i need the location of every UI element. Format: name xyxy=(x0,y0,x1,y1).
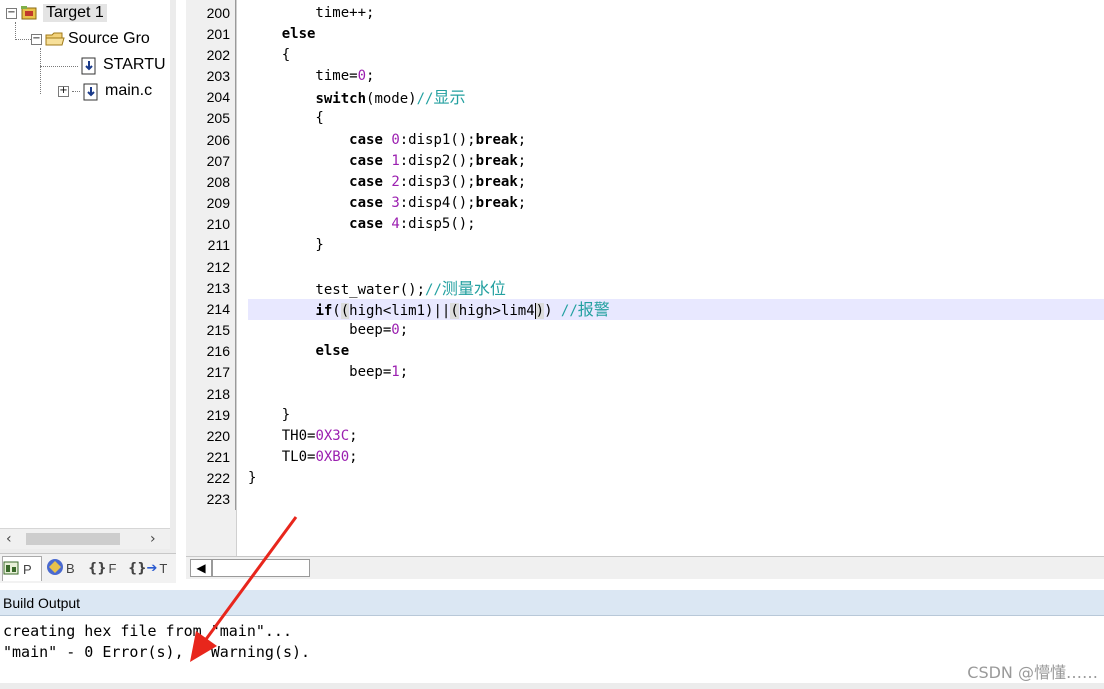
panel-tabs: P B {} F {}➔ T xyxy=(0,553,176,583)
line-number: 222 xyxy=(206,470,230,486)
line-number: 205 xyxy=(206,110,230,126)
code-line: { xyxy=(248,47,291,63)
tab-project-label: P xyxy=(23,561,32,577)
code-line: TL0=0XB0; xyxy=(248,449,358,465)
line-number: 207 xyxy=(206,153,230,169)
line-number: 213 xyxy=(206,280,230,296)
code-line: else xyxy=(315,343,350,359)
tree-node-file-startup[interactable]: STARTU xyxy=(80,54,166,76)
code-line: test_water();//测量水位 xyxy=(248,279,506,298)
file-label-startup: STARTU xyxy=(103,56,166,73)
code-line: beep=0; xyxy=(248,322,409,338)
scroll-right-icon[interactable]: › xyxy=(150,531,156,547)
line-number: 201 xyxy=(206,26,230,42)
scrollbar-track[interactable] xyxy=(212,559,310,577)
code-line: case 1:disp2();break; xyxy=(349,153,527,169)
tab-templates-label: T xyxy=(159,560,168,576)
source-group-label: Source Gro xyxy=(68,30,150,47)
line-number: 206 xyxy=(206,132,230,148)
build-output-line: creating hex file from "main"... xyxy=(3,622,292,640)
line-number: 211 xyxy=(207,237,230,253)
line-number: 203 xyxy=(206,68,230,84)
line-number: 204 xyxy=(206,89,230,105)
line-number: 221 xyxy=(206,449,230,465)
expand-icon[interactable]: + xyxy=(58,85,69,97)
books-tab-icon xyxy=(44,557,66,580)
tab-books[interactable]: B xyxy=(44,556,80,580)
project-tree: − Target 1 − Source Gro STARTU + main.c xyxy=(0,0,170,528)
code-line: } xyxy=(248,407,291,423)
asm-file-icon xyxy=(80,57,98,75)
line-number: 219 xyxy=(206,407,230,423)
code-line: } xyxy=(248,470,257,486)
line-number: 210 xyxy=(206,216,230,232)
build-output-panel: Build Output creating hex file from "mai… xyxy=(0,590,1104,689)
code-line: case 2:disp3();break; xyxy=(349,174,527,190)
line-number: 200 xyxy=(206,5,230,21)
tree-node-file-main[interactable]: + main.c xyxy=(58,80,152,102)
status-strip xyxy=(0,683,1104,689)
project-panel: − Target 1 − Source Gro STARTU + main.c … xyxy=(0,0,176,583)
code-line: case 4:disp5(); xyxy=(349,216,476,232)
line-number: 216 xyxy=(206,343,230,359)
tree-horizontal-scrollbar[interactable]: ‹ › xyxy=(0,528,170,549)
editor-horizontal-scrollbar[interactable]: ◀ xyxy=(186,556,1104,579)
target-label: Target 1 xyxy=(43,4,107,22)
code-line: beep=1; xyxy=(248,364,409,380)
collapse-icon[interactable]: − xyxy=(6,7,17,19)
build-output-title: Build Output xyxy=(0,590,1104,616)
code-line: switch(mode)//显示 xyxy=(315,88,466,107)
line-number: 218 xyxy=(206,386,230,402)
code-line: case 0:disp1();break; xyxy=(349,132,527,148)
line-number: 214 xyxy=(206,301,230,317)
code-line: time++; xyxy=(248,5,375,21)
c-file-icon xyxy=(82,83,100,101)
fold-margin xyxy=(235,0,237,510)
scroll-left-icon[interactable]: ◀ xyxy=(190,559,212,577)
scroll-left-icon[interactable]: ‹ xyxy=(6,531,12,547)
tab-templates[interactable]: {}➔ T xyxy=(126,556,168,580)
code-editor[interactable]: 200 201 202 203 204 205 206 207 208 209 … xyxy=(186,0,1104,582)
code-line: time=0; xyxy=(248,68,375,84)
line-number: 208 xyxy=(206,174,230,190)
line-number: 215 xyxy=(206,322,230,338)
code-line: { xyxy=(248,110,324,126)
scrollbar-thumb[interactable] xyxy=(26,533,120,545)
tab-project[interactable]: P xyxy=(2,556,42,581)
tree-node-target[interactable]: − Target 1 xyxy=(6,2,107,24)
folder-icon xyxy=(45,31,65,47)
line-number-gutter: 200 201 202 203 204 205 206 207 208 209 … xyxy=(186,0,237,556)
project-tab-icon xyxy=(3,561,19,578)
code-line: } xyxy=(248,237,324,253)
line-number: 209 xyxy=(206,195,230,211)
line-number: 220 xyxy=(206,428,230,444)
line-number: 212 xyxy=(206,259,230,275)
code-text-area[interactable]: time++; else { time=0; switch(mode)//显示 … xyxy=(248,0,1104,556)
tab-functions-label: F xyxy=(108,560,117,576)
braces-icon: {} xyxy=(88,560,107,576)
line-number: 223 xyxy=(206,491,230,507)
build-output-line: "main" - 0 Error(s), 0 Warning(s). xyxy=(3,643,311,661)
line-number: 202 xyxy=(206,47,230,63)
line-number: 217 xyxy=(206,364,230,380)
template-icon: {}➔ xyxy=(128,560,158,576)
code-line: case 3:disp4();break; xyxy=(349,195,527,211)
tree-node-source-group[interactable]: − Source Gro xyxy=(31,28,150,50)
tab-books-label: B xyxy=(66,560,75,576)
code-line: else xyxy=(281,26,316,42)
code-line: TH0=0X3C; xyxy=(248,428,358,444)
watermark: CSDN @懵懂…… xyxy=(967,663,1098,682)
code-line-current: if((high<lim1)||(high>lim4)) //报警 xyxy=(248,299,1104,320)
tab-functions[interactable]: {} F xyxy=(86,556,122,580)
collapse-icon[interactable]: − xyxy=(31,33,42,45)
file-label-main: main.c xyxy=(105,82,153,99)
target-icon xyxy=(20,5,38,21)
